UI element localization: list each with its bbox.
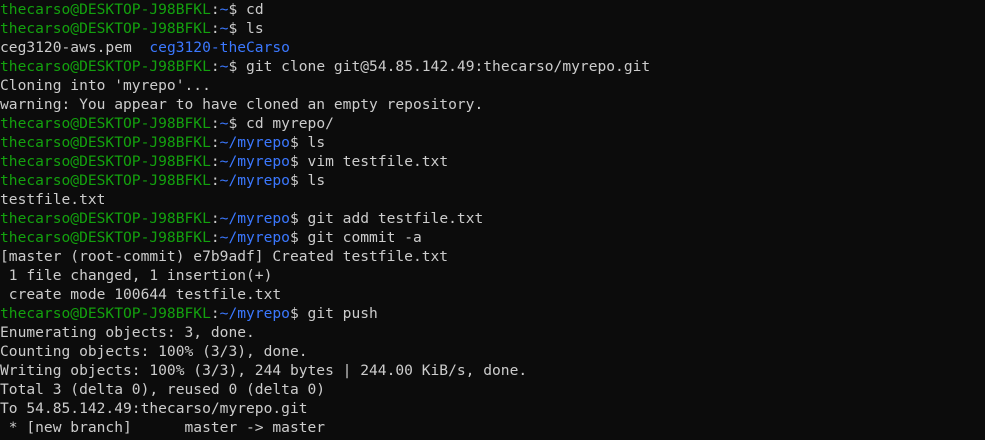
terminal-line: create mode 100644 testfile.txt: [0, 285, 985, 304]
prompt-user-host: thecarso@DESKTOP-J98BFKL: [0, 229, 211, 246]
prompt-path: ceg3120-theCarso: [149, 39, 290, 56]
terminal-text: :: [210, 172, 220, 189]
terminal-line: thecarso@DESKTOP-J98BFKL:~$ cd myrepo/: [0, 114, 985, 133]
terminal-text: $ vim testfile.txt: [289, 153, 449, 170]
terminal-text: Counting objects: 100% (3/3), done.: [0, 343, 308, 360]
prompt-user-host: thecarso@DESKTOP-J98BFKL: [0, 172, 211, 189]
terminal-text: :: [210, 153, 220, 170]
prompt-user-host: thecarso@DESKTOP-J98BFKL: [0, 305, 211, 322]
terminal-output[interactable]: thecarso@DESKTOP-J98BFKL:~$ cd thecarso@D…: [0, 0, 985, 440]
prompt-user-host: thecarso@DESKTOP-J98BFKL: [0, 20, 211, 37]
terminal-text: $ git add testfile.txt: [289, 210, 484, 227]
terminal-text: * [new branch] master -> master: [0, 419, 326, 436]
terminal-text: :: [210, 115, 220, 132]
terminal-line: Cloning into 'myrepo'...: [0, 76, 985, 95]
terminal-text: $ git commit -a: [289, 229, 422, 246]
terminal-text: $ git clone git@54.85.142.49:thecarso/my…: [228, 58, 651, 75]
terminal-line: thecarso@DESKTOP-J98BFKL:~$ git clone gi…: [0, 57, 985, 76]
terminal-text: :: [210, 20, 220, 37]
terminal-text: Cloning into 'myrepo'...: [0, 77, 211, 94]
terminal-text: Total 3 (delta 0), reused 0 (delta 0): [0, 381, 326, 398]
terminal-text: :: [210, 1, 220, 18]
prompt-path: ~/myrepo: [219, 153, 290, 170]
terminal-line: thecarso@DESKTOP-J98BFKL:~$ cd: [0, 0, 985, 19]
terminal-text: $ cd: [228, 1, 264, 18]
terminal-text: testfile.txt: [0, 191, 106, 208]
terminal-text: :: [210, 210, 220, 227]
terminal-text: $ git push: [289, 305, 378, 322]
terminal-line: To 54.85.142.49:thecarso/myrepo.git: [0, 399, 985, 418]
terminal-text: $ ls: [289, 134, 326, 151]
terminal-line: testfile.txt: [0, 190, 985, 209]
terminal-line: thecarso@DESKTOP-J98BFKL:~/myrepo$ git c…: [0, 228, 985, 247]
terminal-text: $ ls: [228, 20, 264, 37]
terminal-text: warning: You appear to have cloned an em…: [0, 96, 484, 113]
terminal-text: [master (root-commit) e7b9adf] Created t…: [0, 248, 449, 265]
terminal-text: :: [210, 229, 220, 246]
prompt-path: ~/myrepo: [219, 305, 290, 322]
terminal-text: 1 file changed, 1 insertion(+): [0, 267, 273, 284]
terminal-text: :: [210, 134, 220, 151]
terminal-line: warning: You appear to have cloned an em…: [0, 95, 985, 114]
prompt-path: ~/myrepo: [219, 210, 290, 227]
terminal-line: thecarso@DESKTOP-J98BFKL:~/myrepo$ ls: [0, 133, 985, 152]
prompt-path: ~/myrepo: [219, 229, 290, 246]
terminal-line: thecarso@DESKTOP-J98BFKL:~$ ls: [0, 19, 985, 38]
terminal-text: :: [210, 305, 220, 322]
terminal-text: To 54.85.142.49:thecarso/myrepo.git: [0, 400, 308, 417]
terminal-line: thecarso@DESKTOP-J98BFKL:~/myrepo$ vim t…: [0, 152, 985, 171]
prompt-user-host: thecarso@DESKTOP-J98BFKL: [0, 134, 211, 151]
terminal-text: Enumerating objects: 3, done.: [0, 324, 255, 341]
terminal-line: 1 file changed, 1 insertion(+): [0, 266, 985, 285]
prompt-user-host: thecarso@DESKTOP-J98BFKL: [0, 153, 211, 170]
terminal-text: Writing objects: 100% (3/3), 244 bytes |…: [0, 362, 528, 379]
prompt-path: ~/myrepo: [219, 134, 290, 151]
terminal-line: Total 3 (delta 0), reused 0 (delta 0): [0, 380, 985, 399]
terminal-line: Enumerating objects: 3, done.: [0, 323, 985, 342]
terminal-line: Writing objects: 100% (3/3), 244 bytes |…: [0, 361, 985, 380]
terminal-line: thecarso@DESKTOP-J98BFKL:~/myrepo$ git p…: [0, 304, 985, 323]
terminal-line: Counting objects: 100% (3/3), done.: [0, 342, 985, 361]
terminal-text: create mode 100644 testfile.txt: [0, 286, 282, 303]
terminal-line: [master (root-commit) e7b9adf] Created t…: [0, 247, 985, 266]
prompt-user-host: thecarso@DESKTOP-J98BFKL: [0, 210, 211, 227]
terminal-line: thecarso@DESKTOP-J98BFKL:~/myrepo$ git a…: [0, 209, 985, 228]
terminal-line: ceg3120-aws.pem ceg3120-theCarso: [0, 38, 985, 57]
terminal-text: $ cd myrepo/: [228, 115, 334, 132]
terminal-text: ceg3120-aws.pem: [0, 39, 150, 56]
terminal-line: thecarso@DESKTOP-J98BFKL:~/myrepo$ ls: [0, 171, 985, 190]
prompt-user-host: thecarso@DESKTOP-J98BFKL: [0, 1, 211, 18]
terminal-text: $ ls: [289, 172, 326, 189]
prompt-user-host: thecarso@DESKTOP-J98BFKL: [0, 58, 211, 75]
terminal-text: :: [210, 58, 220, 75]
terminal-line: * [new branch] master -> master: [0, 418, 985, 437]
prompt-path: ~/myrepo: [219, 172, 290, 189]
prompt-user-host: thecarso@DESKTOP-J98BFKL: [0, 115, 211, 132]
